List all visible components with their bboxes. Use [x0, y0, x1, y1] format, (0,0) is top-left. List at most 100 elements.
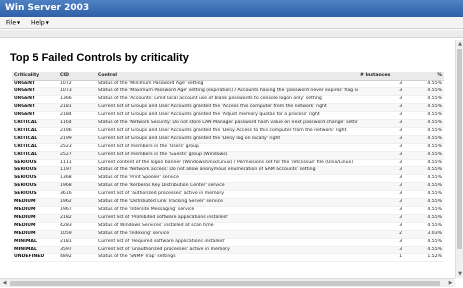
column-header-instances[interactable]: # Instances — [358, 72, 404, 81]
cell-criticality: SERIOUS — [12, 190, 58, 200]
table-row[interactable]: CRITICAL 2527 Current list of members in t… — [12, 151, 444, 160]
horizontal-scroll-thumb[interactable] — [10, 281, 440, 286]
column-header-percent[interactable]: % — [404, 72, 444, 81]
cell-control: Status of the 'Indexing' service — [96, 230, 358, 239]
cell-percent: 4.55% — [404, 206, 444, 215]
cell-percent: 4.55% — [404, 103, 444, 113]
cell-criticality: MEDIUM — [12, 214, 58, 223]
cell-percent: 4.55% — [404, 87, 444, 97]
cell-instances: 3 — [358, 119, 404, 128]
cell-instances: 3 — [358, 182, 404, 192]
scroll-left-icon[interactable]: ◀ — [0, 279, 9, 288]
cell-percent: 4.55% — [404, 166, 444, 176]
cell-control: Current list of Groups and User Accounts… — [96, 127, 358, 136]
table-body: URGENT 1072 Status of the 'Minimum Passwor… — [12, 80, 444, 263]
cell-instances: 3 — [358, 127, 404, 136]
cell-percent: 4.55% — [404, 238, 444, 247]
cell-criticality: UNDEFINED — [12, 253, 58, 263]
cell-criticality: URGENT — [12, 95, 58, 105]
table-row[interactable]: SERIOUS 1197 Status of the 'Network access… — [12, 166, 444, 176]
scroll-up-icon[interactable]: ▲ — [456, 40, 463, 48]
table-row[interactable]: URGENT 1366 Status of the 'Accounts: Limit… — [12, 95, 444, 105]
vertical-scrollbar[interactable]: ▲ ▼ — [455, 40, 463, 278]
table-row[interactable]: MINIMAL 3597 Current list of 'unauthorized… — [12, 246, 444, 255]
table-row[interactable]: URGENT 2184 Current list of Groups and Use… — [12, 111, 444, 121]
column-header-cid[interactable]: CID — [58, 72, 96, 81]
cell-criticality: MEDIUM — [12, 230, 58, 239]
table-row[interactable]: CRITICAL 1164 Status of the 'Network Secur… — [12, 119, 444, 128]
cell-criticality: MEDIUM — [12, 198, 58, 207]
chevron-down-icon: ▼ — [45, 20, 49, 25]
cell-instances: 3 — [358, 166, 404, 176]
cell-percent: 4.55% — [404, 111, 444, 121]
table-row[interactable]: SERIOUS 3616 Current list of 'authorized p… — [12, 190, 444, 200]
table-row[interactable]: URGENT 1072 Status of the 'Minimum Passwor… — [12, 80, 444, 89]
cell-cid: 2523 — [58, 143, 96, 152]
table-row[interactable]: CRITICAL 2523 Current list of members in t… — [12, 143, 444, 152]
scroll-right-icon[interactable]: ▶ — [446, 279, 455, 288]
menu-help[interactable]: Help▼ — [31, 17, 49, 30]
cell-criticality: CRITICAL — [12, 143, 58, 152]
menu-bar: File▼ Help▼ — [0, 17, 463, 29]
cell-percent: 4.55% — [404, 119, 444, 128]
cell-criticality: CRITICAL — [12, 127, 58, 136]
table-row[interactable]: CRITICAL 2199 Current list of Groups and U… — [12, 135, 444, 144]
horizontal-scrollbar[interactable]: ◀ ▶ — [0, 278, 455, 287]
cell-control: Current list of Groups and User Accounts… — [96, 103, 358, 113]
table-row[interactable]: CRITICAL 2196 Current list of Groups and U… — [12, 127, 444, 136]
column-header-criticality[interactable]: Criticality — [12, 72, 58, 81]
cell-cid: 1072 — [58, 80, 96, 89]
cell-instances: 2 — [358, 230, 404, 239]
cell-percent: 4.55% — [404, 174, 444, 184]
cell-control: Status of the 'Kerberos Key Distribution… — [96, 182, 358, 192]
table-row[interactable]: UNDEFINED 4892 Status of the 'SNMP Trap' s… — [12, 253, 444, 263]
cell-instances: 3 — [358, 151, 404, 160]
cell-cid: 1073 — [58, 87, 96, 97]
chevron-down-icon: ▼ — [17, 20, 21, 25]
table-row[interactable]: MEDIUM 1967 Status of the 'Intersite Messa… — [12, 206, 444, 215]
menu-file[interactable]: File▼ — [6, 17, 20, 30]
cell-control: Current list of members in the 'Guests' … — [96, 151, 358, 160]
window-title: Win Server 2003 — [5, 3, 90, 13]
cell-control: Status of the 'Print Spooler' service — [96, 174, 358, 184]
table-row[interactable]: MEDIUM 4283 Status of Windows Services' in… — [12, 222, 444, 231]
cell-cid: 2181 — [58, 103, 96, 113]
table-row[interactable]: MEDIUM 1962 Status of the 'Distributed Lin… — [12, 198, 444, 207]
window-title-bar: Win Server 2003 — [0, 0, 463, 17]
cell-criticality: CRITICAL — [12, 119, 58, 128]
scroll-down-icon[interactable]: ▼ — [456, 270, 463, 278]
cell-criticality: MINIMAL — [12, 238, 58, 247]
cell-percent: 4.55% — [404, 182, 444, 192]
cell-cid: 2199 — [58, 135, 96, 144]
table-row[interactable]: MINIMAL 2181 Current list of 'Required sof… — [12, 238, 444, 247]
table-row[interactable]: MEDIUM 1059 Status of the 'Indexing' servi… — [12, 230, 444, 239]
cell-cid: 3597 — [58, 246, 96, 255]
cell-control: Current content of the logon banner (Win… — [96, 159, 358, 168]
vertical-scroll-thumb[interactable] — [457, 49, 462, 249]
cell-percent: 4.55% — [404, 198, 444, 207]
table-row[interactable]: URGENT 2181 Current list of Groups and Use… — [12, 103, 444, 113]
cell-cid: 2181 — [58, 238, 96, 247]
cell-control: Current list of 'unauthorized processes'… — [96, 246, 358, 255]
table-row[interactable]: SERIOUS 1111 Current content of the logon … — [12, 159, 444, 168]
cell-control: Current list of 'Prohibited software app… — [96, 214, 358, 223]
cell-control: Current list of members in the 'Users' g… — [96, 143, 358, 152]
cell-cid: 1164 — [58, 119, 96, 128]
table-row[interactable]: SERIOUS 1968 Status of the 'Kerberos Key D… — [12, 182, 444, 192]
cell-cid: 1968 — [58, 182, 96, 192]
cell-criticality: URGENT — [12, 87, 58, 97]
cell-cid: 1368 — [58, 174, 96, 184]
cell-control: Current list of Groups and User Accounts… — [96, 135, 358, 144]
cell-instances: 3 — [358, 198, 404, 207]
table-row[interactable]: URGENT 1073 Status of the 'Maximum Passwor… — [12, 87, 444, 97]
cell-cid: 1059 — [58, 230, 96, 239]
cell-cid: 1111 — [58, 159, 96, 168]
table-row[interactable]: MEDIUM 2182 Current list of 'Prohibited so… — [12, 214, 444, 223]
cell-percent: 4.55% — [404, 151, 444, 160]
table-row[interactable]: SERIOUS 1368 Status of the 'Print Spooler'… — [12, 174, 444, 184]
cell-percent: 4.55% — [404, 143, 444, 152]
column-header-control[interactable]: Control — [96, 72, 358, 81]
cell-cid: 4892 — [58, 253, 96, 263]
cell-instances: 3 — [358, 222, 404, 231]
cell-criticality: SERIOUS — [12, 159, 58, 168]
